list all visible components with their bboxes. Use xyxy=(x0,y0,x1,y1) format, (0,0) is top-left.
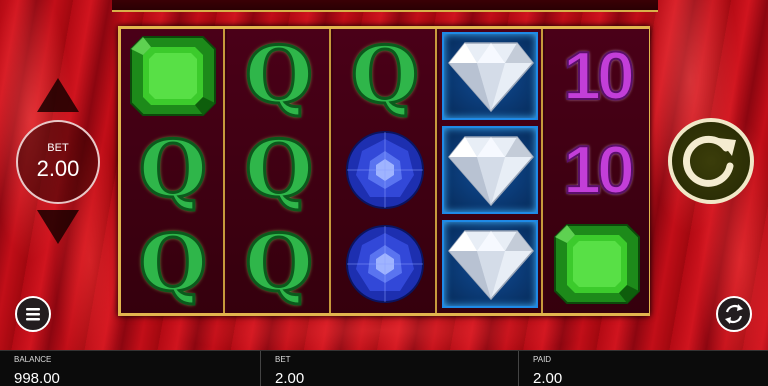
bet-label: BET xyxy=(47,142,69,154)
reel-2: Q Q Q xyxy=(227,29,331,313)
diamond-icon xyxy=(448,136,534,207)
bet-panel: BET 2.00 xyxy=(260,351,516,386)
symbol-q: Q xyxy=(227,123,331,217)
symbol-sapphire xyxy=(333,123,437,217)
balance-panel: BALANCE 998.00 xyxy=(0,351,256,386)
q-letter: Q xyxy=(244,218,315,309)
diamond-icon xyxy=(448,230,534,301)
symbol-emerald xyxy=(545,217,649,311)
balance-label: BALANCE xyxy=(14,355,52,364)
reel-3: Q xyxy=(333,29,437,313)
bet-panel-value: 2.00 xyxy=(275,370,305,386)
status-bar: BALANCE 998.00 BET 2.00 PAID 2.00 xyxy=(0,350,768,386)
bet-increase-button[interactable] xyxy=(37,78,79,112)
symbol-ten: 10 xyxy=(545,29,649,123)
symbol-emerald xyxy=(121,29,225,123)
top-frame xyxy=(112,0,658,12)
menu-button[interactable] xyxy=(15,296,51,332)
bet-panel-label: BET xyxy=(275,355,291,364)
paid-value: 2.00 xyxy=(533,370,563,386)
symbol-diamond xyxy=(439,217,543,311)
q-letter: Q xyxy=(138,124,209,215)
sapphire-icon xyxy=(346,131,424,209)
bet-decrease-button[interactable] xyxy=(37,210,79,244)
ten-number: 10 xyxy=(562,37,636,115)
emerald-icon xyxy=(130,36,216,116)
sapphire-icon xyxy=(346,225,424,303)
symbol-diamond xyxy=(439,123,543,217)
emerald-icon xyxy=(554,224,640,304)
bet-display: BET 2.00 xyxy=(16,120,100,204)
reel-5: 10 10 xyxy=(545,29,649,313)
menu-icon xyxy=(26,308,40,321)
autoplay-icon xyxy=(725,304,743,324)
ten-number: 10 xyxy=(562,131,636,209)
balance-value: 998.00 xyxy=(14,370,60,386)
spin-button[interactable] xyxy=(668,118,754,204)
symbol-ten: 10 xyxy=(545,123,649,217)
reel-grid: Q Q Q Q Q Q 10 10 xyxy=(118,26,650,316)
q-letter: Q xyxy=(350,30,421,121)
reel-4 xyxy=(439,29,543,313)
spin-arrow-icon xyxy=(683,135,736,187)
reel-1: Q Q xyxy=(121,29,225,313)
autoplay-button[interactable] xyxy=(716,296,752,332)
symbol-q: Q xyxy=(227,217,331,311)
q-letter: Q xyxy=(138,218,209,309)
symbol-sapphire xyxy=(333,217,437,311)
paid-label: PAID xyxy=(533,355,552,364)
symbol-q: Q xyxy=(227,29,331,123)
symbol-diamond xyxy=(439,29,543,123)
diamond-icon xyxy=(448,42,534,113)
q-letter: Q xyxy=(244,124,315,215)
symbol-q: Q xyxy=(333,29,437,123)
symbol-q: Q xyxy=(121,123,225,217)
symbol-q: Q xyxy=(121,217,225,311)
bet-value: 2.00 xyxy=(36,156,80,181)
q-letter: Q xyxy=(244,30,315,121)
paid-panel: PAID 2.00 xyxy=(518,351,768,386)
